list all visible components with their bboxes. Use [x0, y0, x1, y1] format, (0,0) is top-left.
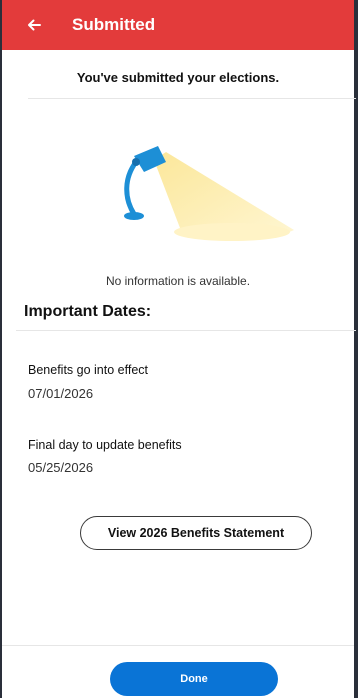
divider [2, 645, 354, 646]
desk-lamp-icon [124, 146, 294, 241]
date-label: Final day to update benefits [28, 438, 182, 452]
date-label: Benefits go into effect [28, 363, 148, 377]
divider [16, 330, 356, 331]
important-dates-heading: Important Dates: [24, 303, 152, 320]
divider [28, 98, 356, 99]
arrow-left-icon [28, 19, 41, 31]
page-title: Submitted [72, 15, 156, 34]
app-bar: Submitted [2, 0, 354, 50]
date-value: 05/25/2026 [28, 460, 94, 475]
view-benefits-statement-button[interactable]: View 2026 Benefits Statement [80, 516, 312, 550]
done-button[interactable]: Done [110, 662, 278, 696]
empty-state-message: No information is available. [105, 274, 251, 288]
confirmation-message: You've submitted your elections. [76, 70, 280, 85]
back-button[interactable] [18, 9, 50, 41]
app-screen: Submitted You've submitted your election… [0, 0, 358, 698]
date-value: 07/01/2026 [28, 386, 94, 401]
